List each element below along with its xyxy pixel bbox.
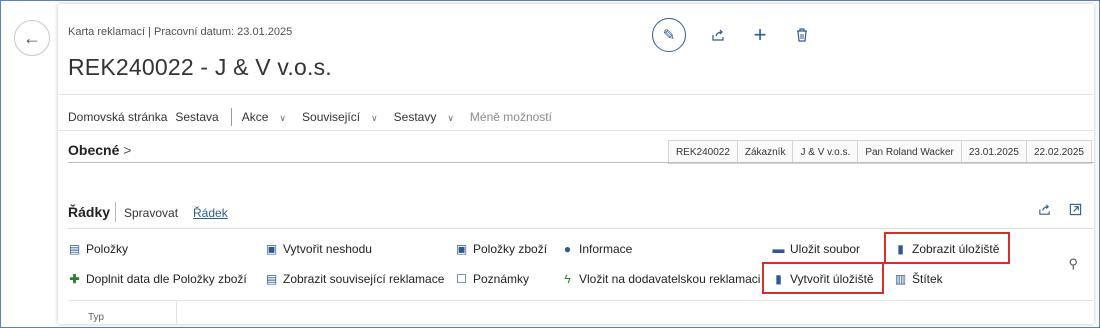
- chevron-down-icon: ∨: [371, 113, 378, 123]
- action-save-file[interactable]: ▬ Uložit soubor: [772, 242, 861, 256]
- lines-row-tab[interactable]: Řádek: [193, 206, 228, 220]
- action-information-label: Informace: [579, 242, 633, 256]
- lightning-icon: ϟ: [564, 272, 571, 286]
- action-notes[interactable]: ☐ Poznámky: [455, 272, 529, 286]
- column-header-type[interactable]: Typ: [88, 312, 104, 323]
- action-insert-vendor-claim-label: Vložit na dodavatelskou reklamaci: [579, 272, 761, 286]
- fasttab-underline: [68, 162, 1094, 163]
- note-icon: ☐: [456, 272, 467, 286]
- action-actions[interactable]: Akce ∨: [242, 110, 294, 124]
- lines-manage-tab[interactable]: Spravovat: [124, 206, 178, 220]
- save-icon: ▬: [772, 242, 785, 256]
- grid-column-divider: [176, 300, 177, 324]
- share-icon: [712, 29, 724, 41]
- page-card: Karta reklamací | Pracovní datum: 23.01.…: [58, 4, 1094, 324]
- fasttab-general[interactable]: Obecné >: [68, 142, 131, 158]
- action-label[interactable]: ▥ Štítek: [894, 272, 943, 286]
- highlight-create-storage: [762, 262, 884, 294]
- action-save-file-label: Uložit soubor: [790, 242, 861, 256]
- trash-icon: [797, 28, 807, 42]
- ledger-icon: ▣: [455, 242, 468, 256]
- action-related[interactable]: Související ∨: [302, 110, 386, 124]
- plus-icon: ✚: [69, 272, 80, 286]
- summary-chip: REK240022: [667, 140, 738, 164]
- summary-chip: Zákazník: [736, 140, 794, 164]
- general-summary: REK240022 Zákazník J & V v.o.s. Pan Rola…: [667, 140, 1092, 164]
- action-report[interactable]: Sestava: [175, 110, 218, 124]
- action-create-nonconformity[interactable]: ▣ Vytvořit neshodu: [265, 242, 372, 256]
- plus-icon: +: [753, 22, 767, 47]
- action-fill-data[interactable]: ✚ Doplnit data dle Položky zboží: [68, 272, 247, 286]
- info-icon: ●: [563, 242, 572, 256]
- chevron-down-icon: ∨: [279, 113, 287, 123]
- action-bar: Domovská stránka Sestava Akce ∨ Souvisejí…: [68, 104, 560, 130]
- action-notes-label: Poznámky: [473, 272, 530, 286]
- action-label-label: Štítek: [912, 272, 943, 286]
- header-actions: ✎ +: [652, 18, 812, 52]
- action-information[interactable]: ● Informace: [561, 242, 632, 256]
- action-reports-label: Sestavy: [393, 110, 437, 124]
- chevron-right-icon: >: [123, 142, 132, 158]
- action-show-related-label: Zobrazit související reklamace: [283, 272, 445, 286]
- summary-chip: Pan Roland Wacker: [857, 140, 962, 164]
- delete-button[interactable]: [792, 28, 812, 42]
- summary-chip: 23.01.2025: [960, 140, 1027, 164]
- pin-icon[interactable]: ⚲: [1068, 256, 1078, 272]
- back-button[interactable]: ←: [14, 20, 50, 56]
- back-arrow-icon: ←: [23, 27, 41, 48]
- action-fewer-options[interactable]: Méně možností: [470, 110, 552, 124]
- action-reports[interactable]: Sestavy ∨: [394, 110, 462, 124]
- lines-separator: [115, 202, 116, 222]
- edit-button[interactable]: ✎: [652, 18, 686, 52]
- action-home[interactable]: Domovská stránka: [68, 110, 167, 124]
- related-icon: ▤: [265, 272, 278, 286]
- pencil-icon: ✎: [662, 27, 676, 44]
- barcode-icon: ▥: [894, 272, 907, 286]
- fasttab-general-label: Obecné: [68, 142, 120, 158]
- divider: [58, 130, 1094, 131]
- lines-tools: [1038, 203, 1082, 216]
- divider: [58, 94, 1094, 95]
- share-button[interactable]: [708, 28, 728, 42]
- grid-header-line: [68, 300, 1094, 301]
- action-item-ledger[interactable]: ▣ Položky zboží: [455, 242, 547, 256]
- lines-title: Řádky: [68, 204, 111, 220]
- action-items[interactable]: ▤ Položky: [68, 242, 128, 256]
- action-items-label: Položky: [86, 242, 129, 256]
- new-button[interactable]: +: [750, 22, 770, 48]
- items-icon: ▤: [68, 242, 81, 256]
- page-title: REK240022 - J & V v.o.s.: [68, 54, 332, 80]
- chevron-down-icon: ∨: [447, 113, 454, 123]
- action-show-related[interactable]: ▤ Zobrazit související reklamace: [265, 272, 445, 286]
- summary-chip: J & V v.o.s.: [792, 140, 859, 164]
- expand-icon[interactable]: [1069, 203, 1082, 216]
- share-icon[interactable]: [1038, 203, 1051, 216]
- document-new-icon: ▣: [265, 242, 278, 256]
- action-item-ledger-label: Položky zboží: [473, 242, 548, 256]
- action-separator: [230, 108, 232, 126]
- action-related-label: Související: [302, 110, 361, 124]
- action-actions-label: Akce: [241, 110, 269, 124]
- highlight-show-storage: [884, 232, 1010, 264]
- action-insert-vendor-claim[interactable]: ϟ Vložit na dodavatelskou reklamaci: [561, 272, 760, 286]
- summary-chip: 22.02.2025: [1025, 140, 1092, 164]
- action-fill-data-label: Doplnit data dle Položky zboží: [86, 272, 247, 286]
- page-caption: Karta reklamací | Pracovní datum: 23.01.…: [68, 26, 293, 38]
- action-create-nonconformity-label: Vytvořit neshodu: [283, 242, 372, 256]
- lines-divider: [68, 228, 1094, 229]
